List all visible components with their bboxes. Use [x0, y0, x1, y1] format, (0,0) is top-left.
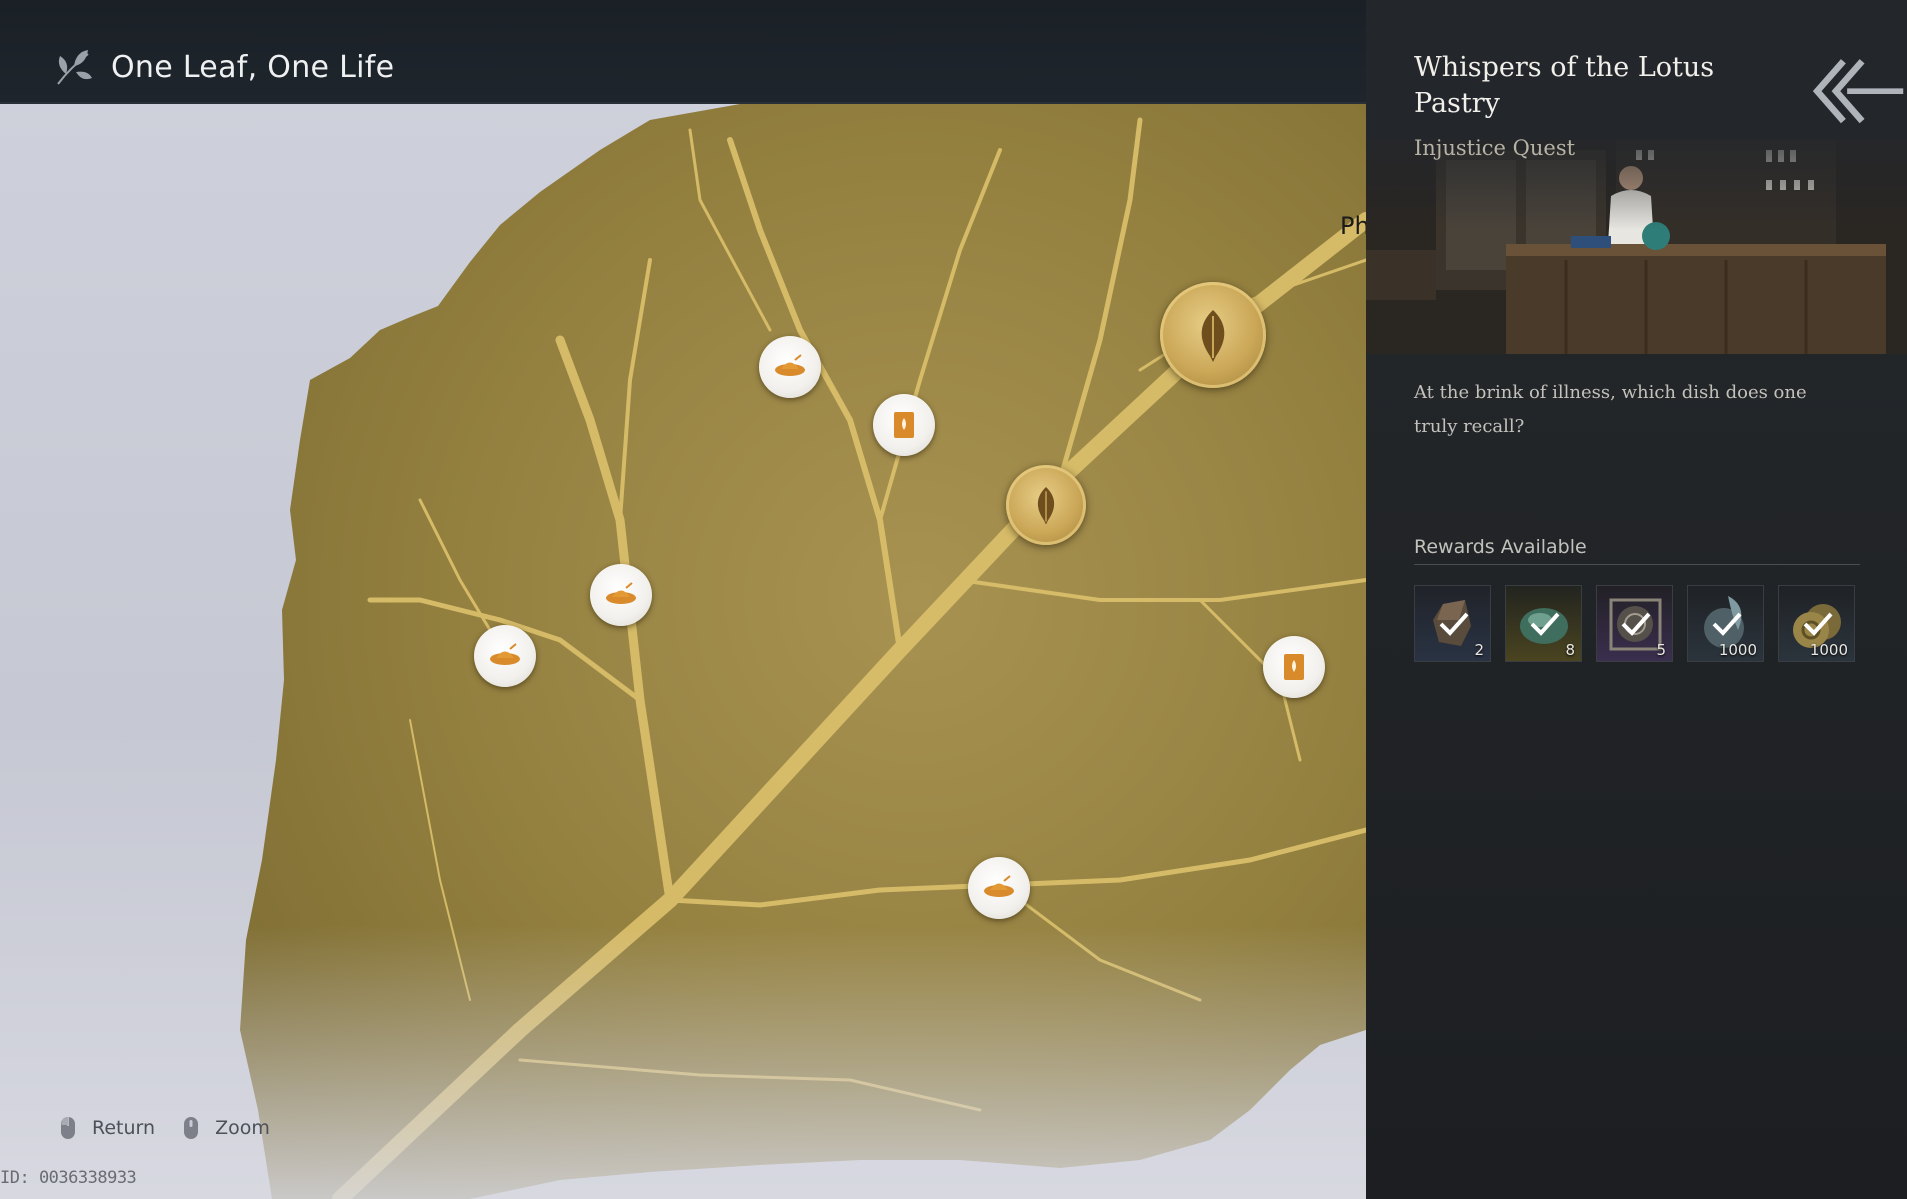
return-hint[interactable]: Return	[60, 1116, 155, 1140]
quest-type: Injustice Quest	[1414, 136, 1576, 160]
player-uid: ID: 0036338933	[0, 1168, 137, 1188]
reward-count: 1000	[1718, 641, 1757, 659]
leaf-branch-icon	[57, 50, 92, 85]
control-hints: Return Zoom	[60, 1116, 270, 1140]
reward-count: 5	[1656, 641, 1666, 659]
map-node-leaf[interactable]	[1006, 465, 1086, 545]
rewards-title: Rewards Available	[1414, 536, 1587, 558]
quest-scene-image	[1366, 140, 1907, 354]
leaf-map-artwork	[0, 104, 1366, 1199]
map-node-quest[interactable]	[759, 336, 821, 398]
map-node-quest[interactable]	[968, 857, 1030, 919]
reward-item[interactable]: 5	[1596, 585, 1673, 662]
book-icon	[1284, 654, 1304, 680]
zoom-label: Zoom	[215, 1117, 270, 1139]
reward-item[interactable]: 8	[1505, 585, 1582, 662]
checkmark-icon	[1712, 612, 1742, 636]
reward-item[interactable]: 1000	[1778, 585, 1855, 662]
checkmark-icon	[1439, 612, 1469, 636]
checkmark-icon	[1803, 612, 1833, 636]
checkmark-icon	[1621, 612, 1651, 636]
reward-item[interactable]: 1000	[1687, 585, 1764, 662]
rewards-divider	[1414, 564, 1860, 565]
map-node-book[interactable]	[1263, 636, 1325, 698]
page-title: One Leaf, One Life	[111, 50, 395, 85]
map-node-main-leaf[interactable]	[1160, 282, 1266, 388]
rewards-list: 2 8 5 1000 1000	[1414, 585, 1855, 662]
straw-hat-icon	[606, 582, 636, 604]
straw-hat-icon	[490, 643, 520, 665]
return-label: Return	[92, 1117, 156, 1139]
map-node-quest[interactable]	[474, 625, 536, 687]
quest-title: Whispers of the Lotus Pastry	[1414, 52, 1715, 119]
book-icon	[894, 412, 914, 438]
leaf-map[interactable]: Ph Return Zoom ID: 0036338933	[0, 0, 1366, 1199]
checkmark-icon	[1530, 612, 1560, 636]
zoom-hint[interactable]: Zoom	[183, 1116, 270, 1140]
map-node-book[interactable]	[873, 394, 935, 456]
quest-description: At the brink of illness, which dish does…	[1414, 382, 1807, 437]
straw-hat-icon	[984, 875, 1014, 897]
collapse-back-icon[interactable]	[1806, 50, 1907, 132]
straw-hat-icon	[775, 354, 805, 376]
mouse-right-click-icon	[61, 1117, 75, 1139]
header-bar: One Leaf, One Life	[0, 0, 1366, 104]
mouse-scroll-icon	[184, 1117, 199, 1139]
reward-count: 1000	[1809, 641, 1848, 659]
map-node-quest[interactable]	[590, 564, 652, 626]
quest-detail-panel: Whispers of the Lotus Pastry Injustice Q…	[1366, 0, 1907, 1199]
reward-count: 8	[1565, 641, 1575, 659]
reward-item[interactable]: 2	[1414, 585, 1491, 662]
leaf-icon	[1201, 310, 1225, 362]
map-region-label: Ph	[1340, 212, 1366, 240]
reward-count: 2	[1474, 641, 1484, 659]
leaf-icon	[1037, 487, 1055, 525]
